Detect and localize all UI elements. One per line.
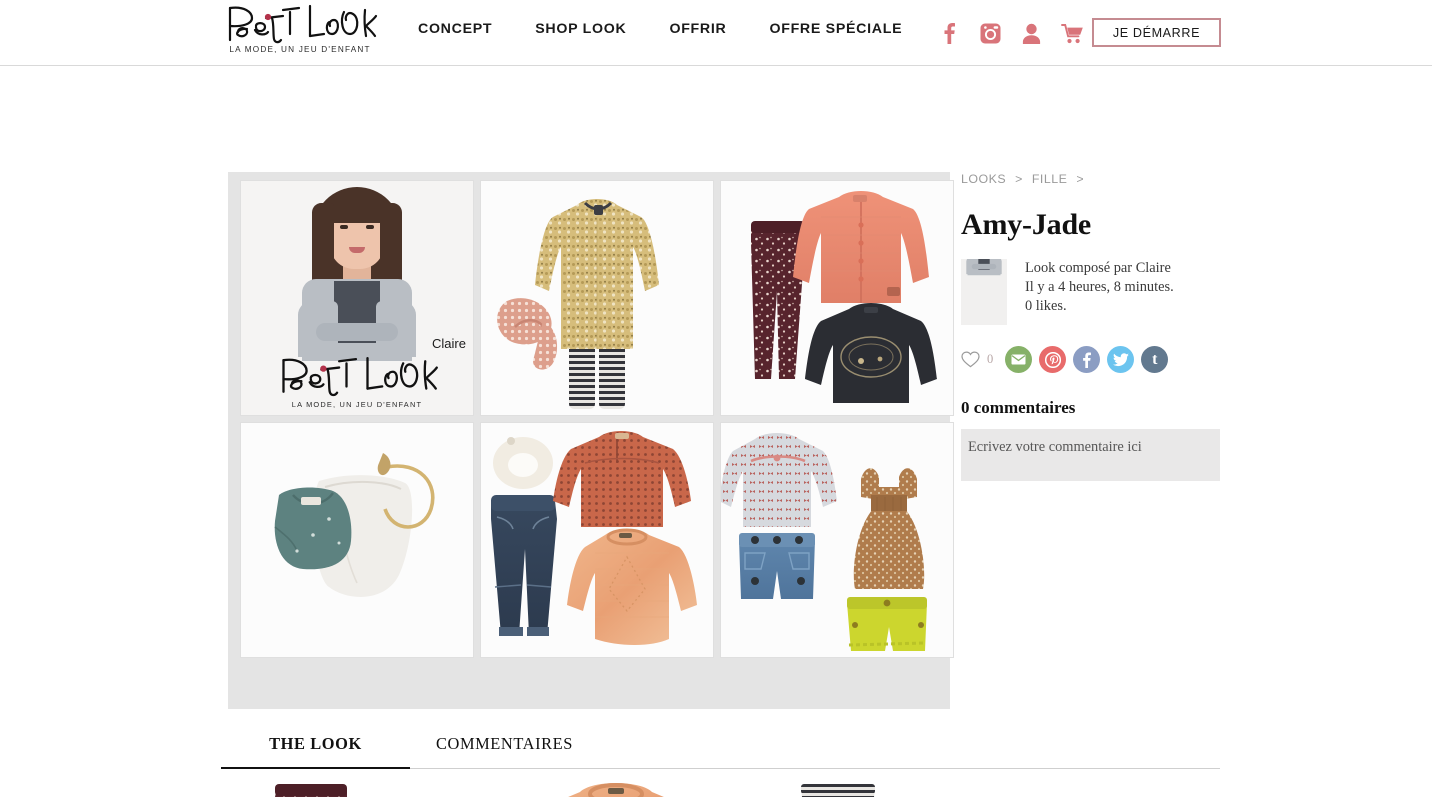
site-header: LA MODE, UN JEU D'ENFANT CONCEPT SHOP LO… [0,0,1432,66]
tumblr-icon: t [1152,350,1158,368]
outfit-illustration-3 [274,453,435,597]
product-illustration-striped-legging [801,784,875,797]
facebook-icon [1083,352,1092,368]
breadcrumb-item-looks[interactable]: LOOKS [961,172,1006,186]
heart-icon [961,351,980,368]
logo-wordmark [228,4,378,44]
comment-input[interactable]: Ecrivez votre commentaire ici [961,429,1220,481]
look-detail-panel: LOOKS > FILLE > Amy-Jade Look composé pa… [961,172,1231,481]
product-illustration-shorts [1010,766,1273,797]
portrait-caption: Claire [432,336,466,351]
gallery-cell-outfit-1[interactable] [480,180,714,416]
nav-item-concept[interactable]: CONCEPT [418,21,492,37]
share-twitter-button[interactable] [1107,346,1135,373]
gallery-cell-outfit-3[interactable] [240,422,474,658]
product-thumb-legging-bordeaux[interactable] [221,766,484,797]
share-row: 0 t [961,346,1231,373]
look-tabs: THE LOOK COMMENTAIRES [221,734,1220,769]
start-button[interactable]: JE DÉMARRE [1092,18,1221,47]
breadcrumb-separator-2: > [1076,172,1085,186]
envelope-icon [1011,354,1026,365]
author-timestamp: Il y a 4 heures, 8 minutes. [1025,279,1174,295]
product-strip [221,766,1220,797]
outfit-illustration-1 [497,199,659,409]
like-count: 0 [987,352,994,366]
gallery-cell-outfit-2[interactable] [720,180,954,416]
like-button[interactable]: 0 [961,351,993,368]
nav-item-offre-speciale[interactable]: OFFRE SPÉCIALE [769,21,902,37]
share-facebook-button[interactable] [1073,346,1101,373]
pinterest-icon [1044,351,1061,368]
share-pinterest-button[interactable] [1039,346,1067,373]
author-likes: 0 likes. [1025,298,1067,314]
breadcrumb-item-fille[interactable]: FILLE [1032,172,1068,186]
author-meta: Look composé par Claire Il y a 4 heures,… [1025,259,1174,325]
share-tumblr-button[interactable]: t [1141,346,1169,373]
comments-heading: 0 commentaires [961,398,1076,417]
look-gallery: Claire LA MODE, UN JEU D'ENFANT [228,172,954,709]
twitter-icon [1112,352,1129,366]
facebook-icon[interactable] [937,20,961,46]
site-logo[interactable]: LA MODE, UN JEU D'ENFANT [222,2,378,62]
product-thumb-legging-raye[interactable] [747,766,1010,797]
look-gallery-grid: Claire LA MODE, UN JEU D'ENFANT [240,180,954,658]
gallery-cell-outfit-5[interactable] [720,422,954,658]
outfit-illustration-5 [721,433,927,651]
breadcrumb: LOOKS > FILLE > [961,172,1231,186]
cart-icon[interactable] [1060,20,1084,46]
share-email-button[interactable] [1005,346,1033,373]
portrait-logo: LA MODE, UN JEU D'ENFANT [262,356,452,409]
nav-item-shop-look[interactable]: SHOP LOOK [535,21,626,37]
claire-portrait-figure [272,181,442,361]
header-icon-group [937,20,1101,46]
logo-dot [264,13,272,21]
nav-item-offrir[interactable]: OFFRIR [669,21,726,37]
primary-nav: CONCEPT SHOP LOOK OFFRIR OFFRE SPÉCIALE [418,21,902,37]
instagram-icon[interactable] [978,20,1002,46]
avatar[interactable] [961,259,1007,325]
account-icon[interactable] [1019,20,1043,46]
page-body: Claire LA MODE, UN JEU D'ENFANT LOOKS > … [0,66,1432,797]
page-title: Amy-Jade [961,208,1092,241]
tab-commentaires[interactable]: COMMENTAIRES [410,734,599,768]
product-thumb-pull-orange[interactable] [484,766,747,797]
outfit-illustration-2 [751,191,937,403]
product-thumb-short-chambray[interactable] [1010,766,1273,797]
logo-wordmark-small [282,356,438,397]
tab-the-look[interactable]: THE LOOK [221,734,410,769]
author-avatar-figure [961,259,1007,276]
outfit-illustration-4 [491,431,697,645]
product-illustration-sweater [568,783,664,797]
author-row: Look composé par Claire Il y a 4 heures,… [961,259,1231,325]
gallery-cell-portrait[interactable]: Claire LA MODE, UN JEU D'ENFANT [240,180,474,416]
gallery-cell-outfit-4[interactable] [480,422,714,658]
portrait-logo-tagline: LA MODE, UN JEU D'ENFANT [291,400,423,409]
product-illustration-legging [275,784,347,797]
breadcrumb-separator: > [1015,172,1023,186]
author-composed-by: Look composé par Claire [1025,260,1171,276]
logo-tagline: LA MODE, UN JEU D'ENFANT [229,45,371,54]
